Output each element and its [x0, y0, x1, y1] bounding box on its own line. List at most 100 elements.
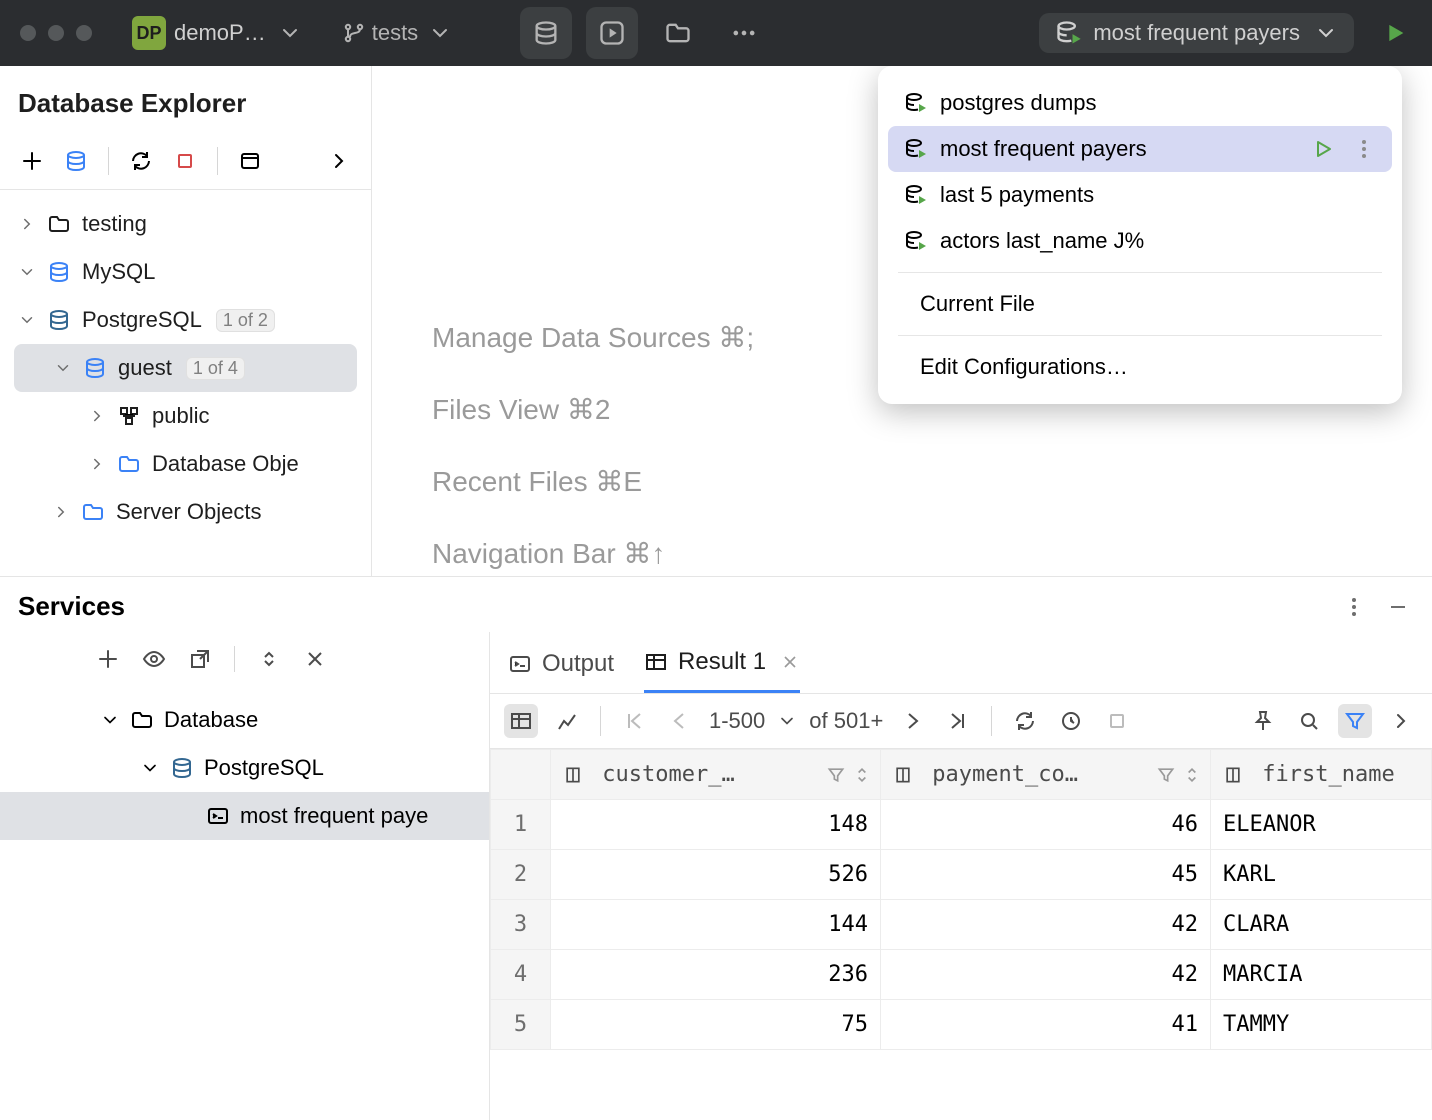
reload-button[interactable]	[1008, 704, 1042, 738]
chevron-down-icon	[428, 21, 452, 45]
database-run-icon	[904, 91, 928, 115]
view-options-button[interactable]	[236, 147, 264, 175]
stop-button[interactable]	[1100, 704, 1134, 738]
table-row[interactable]: 57541TAMMY	[491, 1000, 1432, 1050]
cell-count[interactable]: 45	[881, 850, 1211, 900]
search-button[interactable]	[1292, 704, 1326, 738]
cell-first-name[interactable]: KARL	[1211, 850, 1432, 900]
history-button[interactable]	[1054, 704, 1088, 738]
datasource-properties-button[interactable]	[62, 147, 90, 175]
expand-collapse-button[interactable]	[257, 647, 281, 671]
cell-first-name[interactable]: ELEANOR	[1211, 800, 1432, 850]
dropdown-edit-config[interactable]: Edit Configurations…	[888, 344, 1392, 390]
close-button[interactable]	[303, 647, 327, 671]
tree-node-public[interactable]: public	[0, 392, 371, 440]
filter-button[interactable]	[1338, 704, 1372, 738]
cell-customer[interactable]: 144	[551, 900, 881, 950]
table-row[interactable]: 314442CLARA	[491, 900, 1432, 950]
minimize-window-button[interactable]	[48, 25, 64, 41]
tree-node-testing[interactable]: testing	[0, 200, 371, 248]
tree-node-serverobjects[interactable]: Server Objects	[0, 488, 371, 536]
popout-button[interactable]	[188, 647, 212, 671]
stop-button[interactable]	[171, 147, 199, 175]
minimize-icon[interactable]	[1386, 595, 1410, 619]
database-tool-button[interactable]	[520, 7, 572, 59]
separator	[991, 706, 992, 736]
tree-node-mysql[interactable]: MySQL	[0, 248, 371, 296]
expand-button[interactable]	[325, 147, 353, 175]
dropdown-item[interactable]: last 5 payments	[888, 172, 1392, 218]
table-row[interactable]: 423642MARCIA	[491, 950, 1432, 1000]
close-window-button[interactable]	[20, 25, 36, 41]
services-node-label: most frequent paye	[240, 803, 428, 829]
chevron-down-icon	[100, 710, 120, 730]
first-page-button[interactable]	[617, 704, 651, 738]
folder-icon	[116, 452, 142, 476]
folder-icon	[80, 500, 106, 524]
more-button[interactable]	[1384, 704, 1418, 738]
branch-icon	[342, 21, 366, 45]
more-icon[interactable]	[1342, 595, 1366, 619]
cell-customer[interactable]: 526	[551, 850, 881, 900]
separator	[898, 272, 1382, 273]
project-selector[interactable]: DP demoP…	[126, 12, 308, 54]
last-page-button[interactable]	[941, 704, 975, 738]
column-icon	[1223, 765, 1243, 785]
maximize-window-button[interactable]	[76, 25, 92, 41]
next-page-button[interactable]	[895, 704, 929, 738]
more-icon[interactable]	[1352, 137, 1376, 161]
cell-count[interactable]: 42	[881, 900, 1211, 950]
tree-node-postgres[interactable]: PostgreSQL 1 of 2	[0, 296, 371, 344]
dropdown-current-file[interactable]: Current File	[888, 281, 1392, 327]
prev-page-button[interactable]	[663, 704, 697, 738]
add-button[interactable]	[18, 147, 46, 175]
tree-node-dbobjects[interactable]: Database Obje	[0, 440, 371, 488]
more-tools-button[interactable]	[718, 7, 770, 59]
cell-customer[interactable]: 75	[551, 1000, 881, 1050]
table-view-button[interactable]	[504, 704, 538, 738]
table-row[interactable]: 114846ELEANOR	[491, 800, 1432, 850]
services-node-postgres[interactable]: PostgreSQL	[0, 744, 489, 792]
tab-result[interactable]: Result 1	[644, 648, 800, 693]
pin-button[interactable]	[1246, 704, 1280, 738]
services-node-query[interactable]: most frequent paye	[0, 792, 489, 840]
cell-count[interactable]: 46	[881, 800, 1211, 850]
cell-customer[interactable]: 236	[551, 950, 881, 1000]
services-node-database[interactable]: Database	[0, 696, 489, 744]
column-header[interactable]: payment_co…	[881, 750, 1211, 800]
chart-view-button[interactable]	[550, 704, 584, 738]
result-grid[interactable]: customer_… payment_co… first_name	[490, 749, 1432, 1120]
filter-icon[interactable]	[826, 765, 846, 785]
table-row[interactable]: 252645KARL	[491, 850, 1432, 900]
cell-first-name[interactable]: MARCIA	[1211, 950, 1432, 1000]
run-configuration-selector[interactable]: most frequent payers	[1039, 13, 1354, 53]
cell-customer[interactable]: 148	[551, 800, 881, 850]
sort-icon[interactable]	[852, 765, 872, 785]
cell-count[interactable]: 41	[881, 1000, 1211, 1050]
tree-node-label: Database Obje	[152, 451, 299, 477]
run-icon[interactable]	[1310, 137, 1334, 161]
cell-first-name[interactable]: TAMMY	[1211, 1000, 1432, 1050]
run-button[interactable]	[1368, 7, 1420, 59]
files-tool-button[interactable]	[652, 7, 704, 59]
services-node-label: Database	[164, 707, 258, 733]
column-header[interactable]: first_name	[1211, 750, 1432, 800]
refresh-button[interactable]	[127, 147, 155, 175]
page-range-selector[interactable]: 1-500	[709, 708, 797, 734]
vcs-branch-selector[interactable]: tests	[342, 20, 452, 46]
close-icon[interactable]	[780, 652, 800, 672]
run-tool-button[interactable]	[586, 7, 638, 59]
add-button[interactable]	[96, 647, 120, 671]
tab-output[interactable]: Output	[508, 650, 614, 692]
run-config-label: most frequent payers	[1093, 20, 1300, 46]
show-button[interactable]	[142, 647, 166, 671]
dropdown-item[interactable]: postgres dumps	[888, 80, 1392, 126]
dropdown-item-selected[interactable]: most frequent payers	[888, 126, 1392, 172]
column-header[interactable]: customer_…	[551, 750, 881, 800]
sort-icon[interactable]	[1182, 765, 1202, 785]
cell-first-name[interactable]: CLARA	[1211, 900, 1432, 950]
filter-icon[interactable]	[1156, 765, 1176, 785]
cell-count[interactable]: 42	[881, 950, 1211, 1000]
tree-node-guest[interactable]: guest 1 of 4	[14, 344, 357, 392]
dropdown-item[interactable]: actors last_name J%	[888, 218, 1392, 264]
